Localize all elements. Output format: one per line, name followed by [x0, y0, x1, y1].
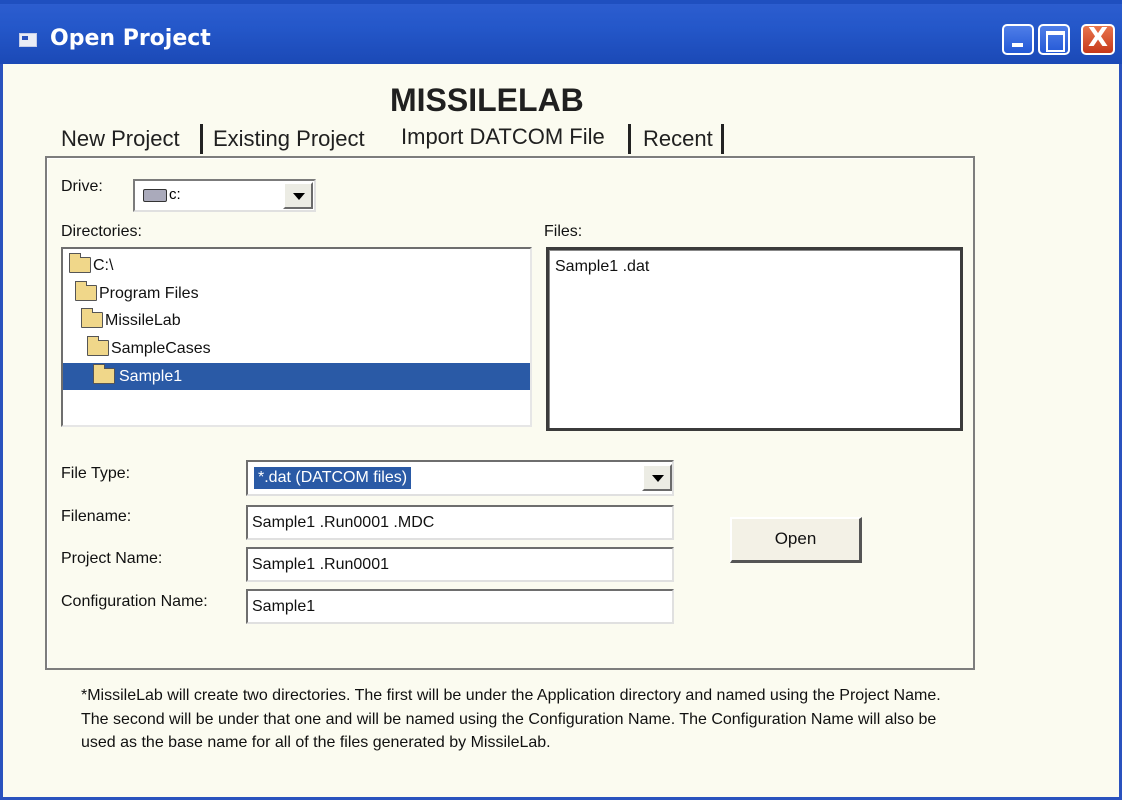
folder-open-icon: [81, 308, 103, 328]
filename-field[interactable]: Sample1 .Run0001 .MDC: [246, 505, 674, 540]
maximize-button[interactable]: [1038, 24, 1070, 55]
tab-import-datcom-file[interactable]: Import DATCOM File: [401, 124, 605, 150]
open-project-window: Open Project X MISSILELAB New Project Ex…: [0, 0, 1122, 800]
configuration-name-field[interactable]: Sample1: [246, 589, 674, 624]
file-type-label: File Type:: [61, 465, 131, 482]
file-type-dropdown-button[interactable]: [642, 464, 672, 491]
directories-list[interactable]: C:\ Program Files MissileLab SampleCases…: [61, 247, 532, 427]
files-list[interactable]: Sample1 .dat: [546, 247, 963, 431]
directory-item-selected[interactable]: Sample1: [63, 363, 530, 390]
info-note: *MissileLab will create two directories.…: [81, 687, 941, 751]
minimize-icon: [1012, 43, 1023, 47]
chevron-down-icon: [293, 193, 305, 200]
tab-separator: [200, 124, 203, 154]
close-icon: X: [1087, 23, 1109, 53]
tab-new-project[interactable]: New Project: [61, 126, 180, 152]
tab-recent[interactable]: Recent: [643, 126, 713, 152]
tab-existing-project[interactable]: Existing Project: [213, 126, 365, 152]
configuration-name-label: Configuration Name:: [61, 593, 208, 610]
directory-item[interactable]: Program Files: [75, 280, 529, 307]
folder-open-icon: [75, 281, 97, 301]
window-icon[interactable]: [19, 33, 37, 47]
directory-item[interactable]: MissileLab: [81, 307, 529, 334]
folder-open-icon: [87, 336, 109, 356]
folder-open-icon: [69, 253, 91, 273]
file-type-value: *.dat (DATCOM files): [254, 467, 412, 489]
chevron-down-icon: [652, 475, 664, 482]
directories-label: Directories:: [61, 223, 142, 240]
open-button[interactable]: Open: [730, 517, 862, 563]
file-type-select[interactable]: *.dat (DATCOM files): [246, 460, 674, 496]
drive-value: c:: [169, 186, 181, 203]
maximize-icon: [1046, 31, 1065, 52]
file-item[interactable]: Sample1 .dat: [555, 258, 649, 276]
app-title: MISSILELAB: [390, 82, 584, 118]
files-label: Files:: [544, 223, 583, 240]
folder-open-icon: [93, 364, 115, 384]
drive-label: Drive:: [61, 178, 103, 195]
tab-separator: [721, 124, 724, 154]
drive-dropdown-button[interactable]: [283, 182, 313, 209]
tab-separator: [628, 124, 631, 154]
minimize-button[interactable]: [1002, 24, 1034, 55]
directory-item[interactable]: SampleCases: [87, 335, 529, 362]
filename-label: Filename:: [61, 508, 132, 525]
directory-item[interactable]: C:\: [69, 252, 529, 279]
drive-icon: [143, 189, 167, 202]
project-name-label: Project Name:: [61, 550, 163, 567]
title-bar[interactable]: Open Project X: [0, 0, 1122, 64]
drive-select[interactable]: c:: [133, 179, 316, 212]
close-button[interactable]: X: [1081, 23, 1115, 55]
project-name-field[interactable]: Sample1 .Run0001: [246, 547, 674, 582]
window-title: Open Project: [50, 26, 211, 51]
